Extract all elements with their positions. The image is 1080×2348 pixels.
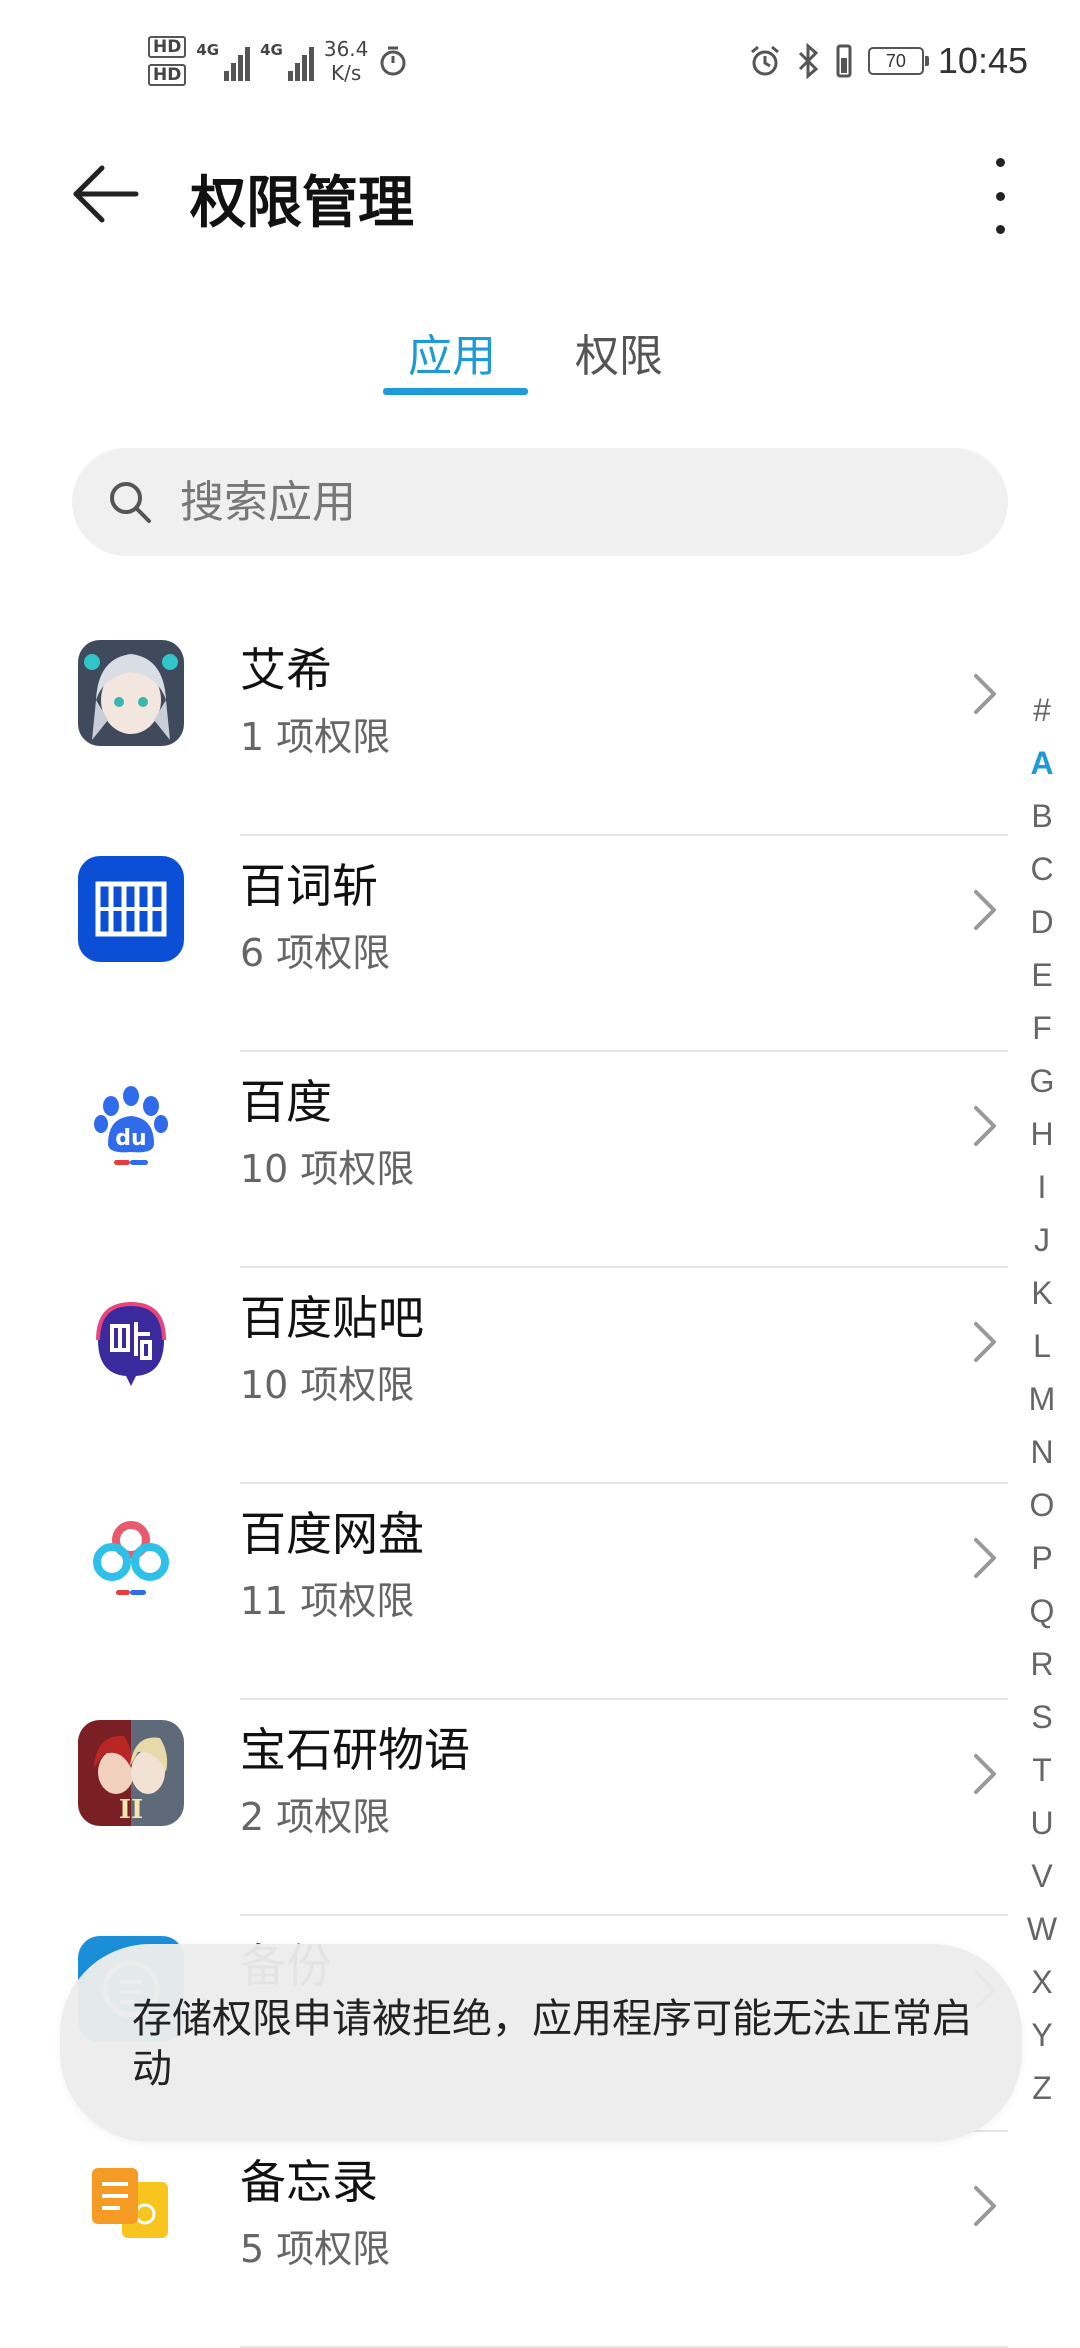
svg-text:du: du [115,1126,146,1151]
notes-icon [78,2152,184,2258]
timer-icon [380,46,406,76]
list-item[interactable]: 艾希 1 项权限 [0,620,1080,836]
alarm-icon [750,45,779,76]
status-left: HD HD 4G 4G 36.4 K/s [148,36,408,86]
search-icon [110,482,151,523]
clock: 10:45 [937,40,1028,81]
list-item[interactable]: 百度网盘 11 项权限 [0,1484,1080,1700]
tieba-icon [78,1288,184,1394]
app-name: 备忘录 [240,2155,378,2209]
index-letter[interactable]: # [1033,684,1051,737]
app-permission-count: 1 项权限 [240,715,391,759]
app-name: 艾希 [240,643,332,697]
bluetooth-icon [798,43,819,79]
app-permission-count: 5 项权限 [240,2227,391,2271]
network-speed-unit: K/s [330,61,362,85]
toast-message: 存储权限申请被拒绝，应用程序可能无法正常启动 [132,1996,972,2092]
aixi-game-icon [78,640,184,746]
app-permission-count: 10 项权限 [240,1147,415,1191]
app-name: 百度 [240,1075,332,1129]
app-name: 百度网盘 [240,1507,424,1561]
app-name: 百词斩 [240,859,378,913]
battery-icon: 70 [867,47,929,75]
network-speed: 36.4 K/s [324,37,369,85]
tab-apps[interactable]: 应用 [408,320,496,384]
index-letter[interactable]: E [1031,949,1052,1002]
chevron-right-icon [974,890,996,930]
index-letter[interactable]: Q [1030,1585,1055,1638]
index-letter[interactable]: A [1030,737,1053,790]
index-letter[interactable]: S [1031,1691,1052,1744]
page-title: 权限管理 [190,171,414,236]
index-letter[interactable]: D [1030,896,1053,949]
app-permission-count: 11 项权限 [240,1579,415,1623]
status-right: 70 10:45 [748,40,1028,82]
index-letter[interactable]: Y [1031,2009,1052,2062]
index-letter[interactable]: G [1030,1055,1055,1108]
index-letter[interactable]: N [1030,1426,1053,1479]
baidu-netdisk-icon [78,1504,184,1610]
hd-badge-1: HD [148,36,187,58]
index-letter[interactable]: M [1029,1373,1056,1426]
network-type-2: 4G [260,41,283,59]
index-letter[interactable]: B [1031,790,1052,843]
index-letter[interactable]: V [1031,1850,1052,1903]
index-letter[interactable]: X [1031,1956,1052,2009]
chevron-right-icon [974,1754,996,1794]
baidu-paw-icon: du [78,1072,184,1178]
index-letter[interactable]: R [1030,1638,1053,1691]
index-letter[interactable]: F [1032,1002,1052,1055]
hd-voice-indicator: HD HD [148,36,187,86]
chevron-right-icon [974,1322,996,1362]
chevron-right-icon [974,1538,996,1578]
list-item[interactable]: 百词斩 6 项权限 [0,836,1080,1052]
more-options-icon[interactable] [980,158,1020,234]
chevron-right-icon [974,2186,996,2226]
svg-text:II: II [119,1795,143,1825]
index-letter[interactable]: W [1027,1903,1057,1956]
network-speed-value: 36.4 [323,37,369,61]
index-letter[interactable]: T [1032,1744,1052,1797]
index-letter[interactable]: K [1031,1267,1052,1320]
tab-bar: 应用 权限 [0,300,1080,400]
index-letter[interactable]: Z [1032,2062,1052,2115]
back-arrow-icon[interactable] [70,164,140,224]
index-letter[interactable]: C [1030,843,1053,896]
baicizhan-icon [78,856,184,962]
index-letter[interactable]: J [1034,1214,1050,1267]
list-item[interactable]: II 宝石研物语 2 项权限 [0,1700,1080,1916]
list-item[interactable]: 备忘录 5 项权限 [0,2132,1080,2348]
active-tab-indicator [383,388,528,395]
app-name: 宝石研物语 [240,1723,470,1777]
index-letter[interactable]: I [1038,1161,1047,1214]
network-type-1: 4G [196,41,220,59]
app-permission-count: 10 项权限 [240,1363,415,1407]
index-letter[interactable]: H [1030,1108,1053,1161]
app-permission-count: 6 项权限 [240,931,391,975]
app-name: 百度贴吧 [240,1291,424,1345]
list-item[interactable]: du 百度 10 项权限 [0,1052,1080,1268]
gem-story-game-icon: II [78,1720,184,1826]
app-permission-count: 2 项权限 [240,1795,391,1839]
search-bar[interactable] [72,448,1008,556]
status-bar: HD HD 4G 4G 36.4 K/s 70 10:45 [0,0,1080,130]
index-letter[interactable]: L [1033,1320,1051,1373]
index-letter[interactable]: U [1030,1797,1053,1850]
hd-badge-2: HD [148,64,187,86]
chevron-right-icon [974,1106,996,1146]
index-letter[interactable]: O [1030,1479,1055,1532]
toast-notification: 存储权限申请被拒绝，应用程序可能无法正常启动 [60,1944,1022,2142]
index-letter[interactable]: P [1031,1532,1052,1585]
app-bar: 权限管理 [0,140,1080,250]
signal-2-icon: 4G [260,41,314,81]
tab-permissions[interactable]: 权限 [575,320,663,384]
list-item[interactable]: 百度贴吧 10 项权限 [0,1268,1080,1484]
chevron-right-icon [974,674,996,714]
vibrate-icon [836,44,852,78]
signal-1-icon: 4G [196,41,251,81]
alphabet-index-bar[interactable]: # A B C D E F G H I J K L M N O P Q R S T U V W X Y Z [1022,684,1062,2115]
search-input[interactable] [178,475,942,529]
